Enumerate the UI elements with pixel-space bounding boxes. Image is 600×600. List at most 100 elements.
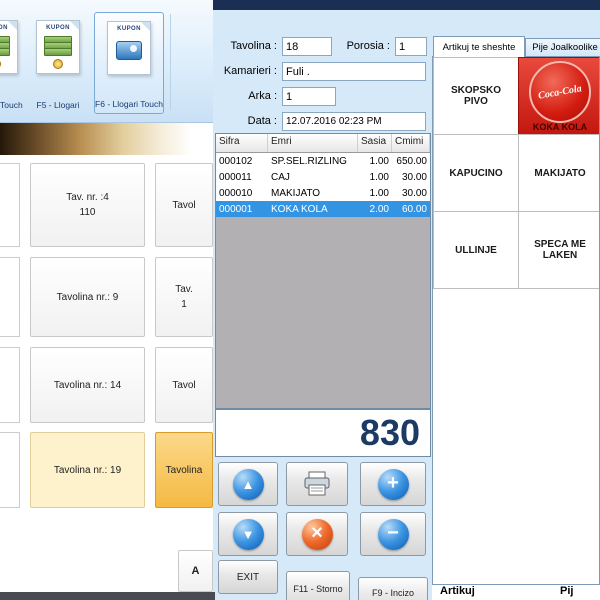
product-label: SKOPSKO PIVO: [438, 85, 514, 107]
page-fold-icon: [8, 21, 17, 30]
column-header-sasia[interactable]: Sasia: [358, 134, 392, 152]
column-header-emri[interactable]: Emri: [268, 134, 358, 152]
order-row[interactable]: 000011 CAJ 1.00 30.00: [216, 169, 430, 185]
cell-sasia: 1.00: [358, 156, 392, 167]
kupon-label: KUPON: [117, 26, 141, 32]
arka-input[interactable]: [282, 87, 336, 106]
table-button[interactable]: [0, 163, 20, 247]
cell-cmimi: 60.00: [392, 204, 430, 215]
table-button[interactable]: Tavolina: [155, 432, 213, 508]
table-button[interactable]: Tavol: [155, 163, 213, 247]
ribbon-separator: [170, 14, 171, 110]
order-row[interactable]: 000010 MAKIJATO 1.00 30.00: [216, 185, 430, 201]
product-grid: SKOPSKO PIVO Coca-Cola KOKA KOLA KAPUCIN…: [432, 56, 600, 585]
cell-sifra: 000102: [216, 156, 268, 167]
table-button-label: 110: [80, 205, 96, 220]
table-button[interactable]: [0, 432, 20, 508]
move-down-button[interactable]: ▼: [218, 512, 278, 556]
product-button-kapucino[interactable]: KAPUCINO: [433, 134, 519, 212]
kupon-label: KUPON: [46, 25, 70, 31]
order-row[interactable]: 000102 SP.SEL.RIZLING 1.00 650.00: [216, 153, 430, 169]
ribbon-button-f6-llogari-touch[interactable]: KUPON F6 - Llogari Touch: [94, 12, 164, 114]
product-button-koka-kola[interactable]: Coca-Cola KOKA KOLA: [518, 57, 600, 135]
delete-item-button[interactable]: ×: [286, 512, 348, 556]
table-button-label: Tavolina: [166, 463, 203, 478]
table-button-4[interactable]: Tav. nr. :4 110: [30, 163, 145, 247]
decrease-quantity-button[interactable]: −: [360, 512, 426, 556]
table-button-14[interactable]: Tavolina nr.: 14: [30, 347, 145, 423]
touch-icon: [116, 41, 142, 60]
table-button-label: Tavol: [172, 378, 195, 393]
bottom-tab-pij[interactable]: Pij: [560, 585, 573, 597]
move-up-button[interactable]: ▲: [218, 462, 278, 506]
incizo-button[interactable]: F9 - Incizo: [358, 577, 428, 600]
table-button-label: Tav.: [175, 282, 193, 297]
table-button-label: Tavolina nr.: 14: [54, 378, 121, 393]
minus-icon: −: [378, 519, 409, 550]
cell-sasia: 1.00: [358, 172, 392, 183]
kupon-coupon-icon: KUPON: [0, 20, 18, 74]
cancel-icon: ×: [302, 519, 333, 550]
page-fold-icon: [141, 22, 150, 31]
data-input[interactable]: [282, 112, 426, 131]
kamarieri-input[interactable]: [282, 62, 426, 81]
table-button[interactable]: Tavol: [155, 347, 213, 423]
table-button-label: Tavol: [172, 198, 195, 213]
kupon-label: KUPON: [0, 25, 8, 31]
product-label: KOKA KOLA: [519, 122, 600, 132]
cell-emri: MAKIJATO: [268, 188, 358, 199]
printer-icon: [302, 471, 332, 497]
table-button-9[interactable]: Tavolina nr.: 9: [30, 257, 145, 337]
data-label: Data :: [215, 115, 277, 127]
print-button[interactable]: [286, 462, 348, 506]
pos-window: KUPON Touch KUPON F5 - Llogari KUPON F6 …: [0, 0, 600, 600]
grid-header: Sifra Emri Sasia Cmimi: [216, 134, 430, 153]
product-button-ullinje[interactable]: ULLINJE: [433, 211, 519, 289]
cell-sifra: 000011: [216, 172, 268, 183]
order-row-selected[interactable]: 000001 KOKA KOLA 2.00 60.00: [216, 201, 430, 217]
cell-emri: CAJ: [268, 172, 358, 183]
table-button-19[interactable]: Tavolina nr.: 19: [30, 432, 145, 508]
table-button[interactable]: A: [178, 550, 213, 592]
product-button-speca-me-laken[interactable]: SPECA ME LAKEN: [518, 211, 600, 289]
exit-button[interactable]: EXIT: [218, 560, 278, 594]
coin-icon: [0, 59, 1, 69]
porosia-input[interactable]: [395, 37, 427, 56]
kupon-coupon-icon: KUPON: [107, 21, 151, 75]
tab-artikuj-te-sheshte[interactable]: Artikuj te sheshte: [433, 36, 525, 57]
tab-pije-joalkoolike[interactable]: Pije Joalkoolike: [525, 38, 600, 57]
bottom-tab-artikuj[interactable]: Artikuj: [440, 585, 475, 597]
tavolina-input[interactable]: [282, 37, 332, 56]
cell-emri: KOKA KOLA: [268, 204, 358, 215]
increase-quantity-button[interactable]: +: [360, 462, 426, 506]
kupon-coupon-icon: KUPON: [36, 20, 80, 74]
table-button-label: Tavolina nr.: 9: [57, 290, 119, 305]
column-header-sifra[interactable]: Sifra: [216, 134, 268, 152]
order-items-grid: Sifra Emri Sasia Cmimi 000102 SP.SEL.RIZ…: [215, 133, 431, 409]
ribbon-button-f5-llogari[interactable]: KUPON F5 - Llogari: [26, 12, 90, 114]
table-button[interactable]: [0, 347, 20, 423]
table-button-label: A: [192, 563, 200, 580]
window-title-bar: [213, 0, 600, 10]
plus-icon: +: [378, 469, 409, 500]
up-arrow-icon: ▲: [233, 469, 264, 500]
money-icon: [44, 38, 72, 56]
banner-image: [0, 123, 213, 155]
cell-cmimi: 30.00: [392, 172, 430, 183]
product-label: KAPUCINO: [449, 168, 502, 179]
down-arrow-icon: ▼: [233, 519, 264, 550]
table-button-label: 1: [181, 297, 187, 312]
product-button-makijato[interactable]: MAKIJATO: [518, 134, 600, 212]
product-button-skopsko-pivo[interactable]: SKOPSKO PIVO: [433, 57, 519, 135]
cell-cmimi: 650.00: [392, 156, 430, 167]
product-label: SPECA ME LAKEN: [523, 239, 597, 261]
cell-sifra: 000001: [216, 204, 268, 215]
product-label: MAKIJATO: [534, 168, 585, 179]
total-value: 830: [360, 412, 420, 454]
ribbon-button-touch[interactable]: KUPON Touch: [0, 12, 26, 114]
table-button[interactable]: Tav. 1: [155, 257, 213, 337]
coin-icon: [53, 59, 63, 69]
storno-button[interactable]: F11 - Storno: [286, 571, 350, 600]
table-button[interactable]: [0, 257, 20, 337]
column-header-cmimi[interactable]: Cmimi: [392, 134, 430, 152]
